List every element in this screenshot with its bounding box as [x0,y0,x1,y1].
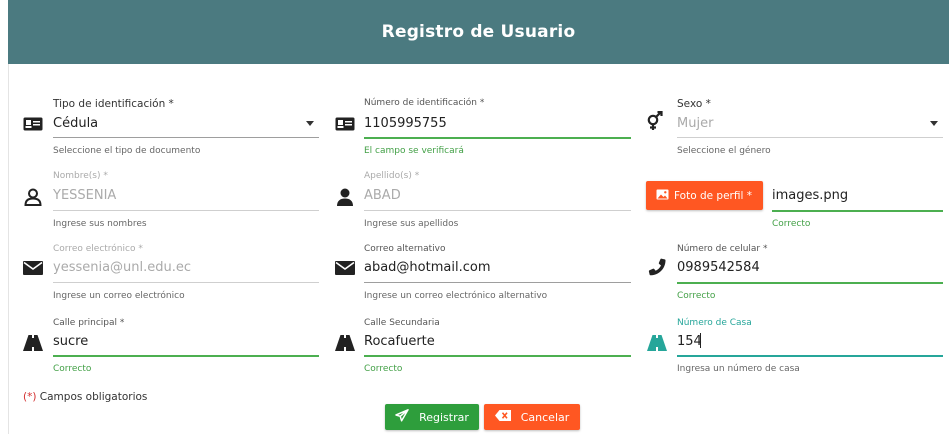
cancel-button-label: Cancelar [520,410,570,424]
page-title: Registro de Usuario [381,22,576,42]
required-mark: (*) [23,391,37,403]
text-cursor [700,333,701,348]
celular-underline [677,282,943,284]
calle-secundaria-underline [364,355,631,357]
apellidos-label: Apellido(s) * [364,171,420,181]
required-note: (*) Campos obligatorios [23,391,147,403]
sexo-select[interactable]: Mujer [677,116,713,131]
nombres-label: Nombre(s) * [53,171,108,181]
road-icon [646,333,668,353]
user-outline-icon [22,187,44,207]
correo-help: Ingrese un correo electrónico [53,291,185,301]
foto-perfil-filename[interactable]: images.png [772,188,848,203]
backspace-icon [494,410,511,424]
apellidos-underline [364,210,631,211]
apellidos-input[interactable]: ABAD [364,188,401,203]
chevron-down-icon[interactable] [930,121,938,126]
foto-perfil-button-label: Foto de perfil * [674,189,752,202]
celular-help: Correcto [677,291,716,301]
correo-underline [53,282,319,283]
numero-casa-underline [677,355,943,357]
correo-alternativo-underline [364,282,631,283]
numero-identificacion-input[interactable]: 1105995755 [364,116,447,131]
gender-icon [646,111,668,131]
numero-casa-label: Número de Casa [677,318,752,328]
sexo-underline [677,137,943,138]
tipo-identificacion-help: Seleccione el tipo de documento [53,146,201,156]
register-button-label: Registrar [419,410,469,424]
calle-principal-help: Correcto [53,364,92,374]
road-icon [334,333,356,353]
image-icon [656,189,669,203]
numero-casa-help: Ingresa un número de casa [677,364,800,374]
sexo-label: Sexo * [677,98,711,110]
sexo-help: Seleccione el género [677,146,771,156]
phone-icon [646,257,668,277]
correo-input[interactable]: yessenia@unl.edu.ec [53,260,191,275]
tipo-identificacion-label: Tipo de identificación * [53,98,174,110]
correo-alternativo-label: Correo alternativo [364,244,446,254]
celular-input[interactable]: 0989542584 [677,260,760,275]
form-frame [8,0,949,434]
correo-alternativo-input[interactable]: abad@hotmail.com [364,260,490,275]
celular-label: Número de celular * [677,244,768,254]
calle-secundaria-help: Correcto [364,364,403,374]
chevron-down-icon[interactable] [306,121,314,126]
foto-perfil-button[interactable]: Foto de perfil * [646,181,763,210]
register-button[interactable]: Registrar [385,404,479,430]
apellidos-help: Ingrese sus apellidos [364,219,459,229]
tipo-identificacion-underline [53,137,319,138]
required-text: Campos obligatorios [36,391,148,403]
calle-secundaria-label: Calle Secundaria [364,318,440,328]
foto-perfil-underline [772,210,943,212]
calle-secundaria-input[interactable]: Rocafuerte [364,334,435,349]
numero-identificacion-help: El campo se verificará [364,146,464,156]
foto-perfil-help: Correcto [772,219,811,229]
id-card-icon [334,114,356,134]
nombres-help: Ingrese sus nombres [53,219,147,229]
user-filled-icon [334,187,356,207]
numero-casa-input[interactable]: 154 [677,334,702,349]
mail-icon [22,258,44,278]
road-icon [22,333,44,353]
cancel-button[interactable]: Cancelar [484,404,580,430]
mail-icon [334,258,356,278]
nombres-underline [53,210,319,211]
calle-principal-label: Calle principal * [53,318,125,328]
calle-principal-underline [53,355,319,357]
tipo-identificacion-select[interactable]: Cédula [53,116,98,131]
correo-label: Correo electrónico * [53,244,143,254]
send-icon [395,409,409,425]
correo-alternativo-help: Ingrese un correo electrónico alternativ… [364,291,548,301]
form-header: Registro de Usuario [8,0,949,64]
calle-principal-input[interactable]: sucre [53,334,88,349]
numero-identificacion-underline [364,137,631,139]
id-card-icon [22,114,44,134]
numero-identificacion-label: Número de identificación * [364,98,485,108]
nombres-input[interactable]: YESSENIA [53,188,116,203]
